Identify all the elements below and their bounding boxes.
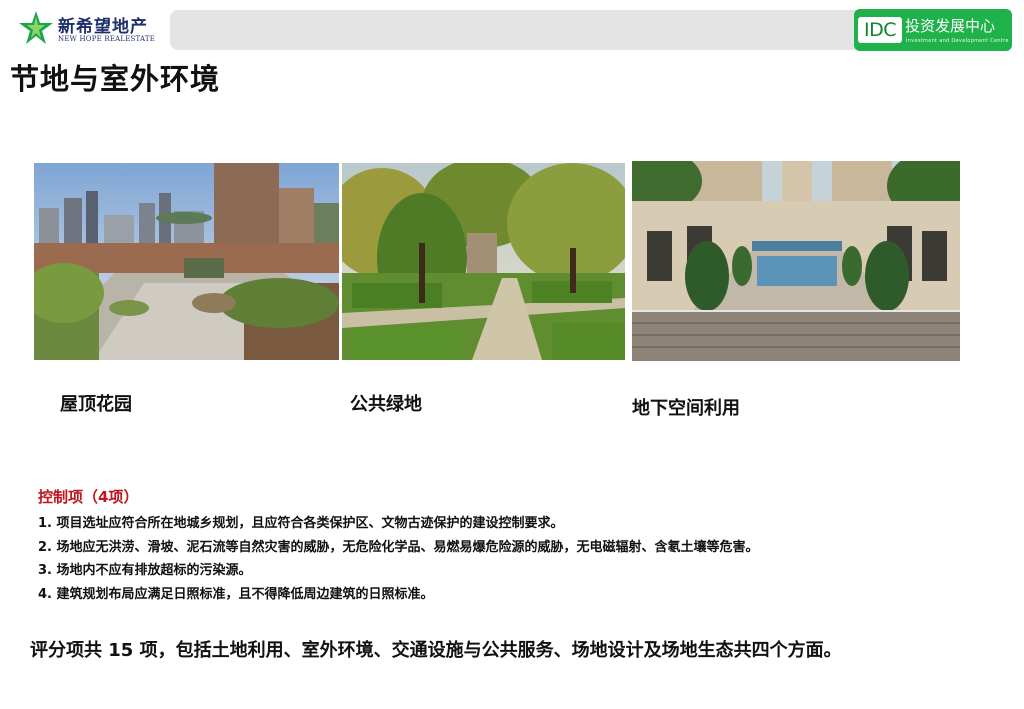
caption-rooftop-garden: 屋顶花园 bbox=[60, 394, 132, 415]
public-green-space-photo bbox=[342, 163, 625, 360]
idc-label: IDC bbox=[863, 19, 897, 41]
control-items-heading: 控制项（4项） bbox=[38, 488, 139, 506]
underground-space-photo bbox=[632, 161, 960, 361]
control-items-list: 1. 项目选址应符合所在地城乡规划，且应符合各类保护区、文物古迹保护的建设控制要… bbox=[38, 512, 759, 607]
idc-badge: IDC 投资发展中心 Investment and Development Ce… bbox=[854, 9, 1012, 51]
control-item: 3. 场地内不应有排放超标的污染源。 bbox=[38, 563, 252, 579]
idc-subtitle: Investment and Development Centre bbox=[906, 38, 1009, 44]
header-bar bbox=[170, 10, 870, 50]
control-item: 1. 项目选址应符合所在地城乡规划，且应符合各类保护区、文物古迹保护的建设控制要… bbox=[38, 516, 564, 531]
page-title: 节地与室外环境 bbox=[10, 62, 221, 96]
caption-public-green-space: 公共绿地 bbox=[350, 394, 422, 415]
company-logo: 新希望地产 NEW HOPE REALESTATE bbox=[18, 10, 158, 48]
star-leaf-icon bbox=[19, 11, 53, 44]
logo-name: 新希望地产 bbox=[58, 17, 148, 37]
logo-subtitle: NEW HOPE REALESTATE bbox=[58, 35, 156, 43]
idc-title: 投资发展中心 bbox=[905, 17, 996, 35]
control-item: 2. 场地应无洪涝、滑坡、泥石流等自然灾害的威胁，无危险化学品、易燃易爆危险源的… bbox=[38, 539, 759, 555]
caption-underground-space: 地下空间利用 bbox=[632, 398, 740, 419]
score-summary: 评分项共 15 项，包括土地利用、室外环境、交通设施与公共服务、场地设计及场地生… bbox=[30, 640, 842, 661]
rooftop-garden-photo bbox=[34, 163, 339, 360]
control-item: 4. 建筑规划布局应满足日照标准，且不得降低周边建筑的日照标准。 bbox=[38, 587, 434, 603]
idc-logo-box: IDC bbox=[858, 17, 902, 43]
